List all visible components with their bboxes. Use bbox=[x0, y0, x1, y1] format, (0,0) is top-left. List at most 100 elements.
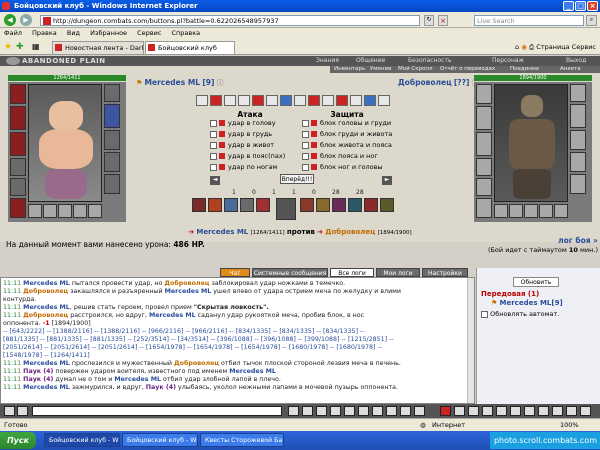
slot-scroll-1-icon[interactable] bbox=[28, 204, 42, 218]
forward-icon[interactable]: ▶ bbox=[20, 14, 32, 26]
favorites-star-icon[interactable]: ★ bbox=[4, 42, 12, 52]
print-icon[interactable]: ⎙ bbox=[529, 43, 534, 51]
nav-security[interactable]: Безопасность bbox=[408, 56, 452, 66]
defense-row[interactable]: блок ног и головы bbox=[302, 163, 383, 172]
action-1-icon[interactable] bbox=[196, 95, 208, 106]
chat-btn-19-icon[interactable] bbox=[524, 406, 535, 416]
defense-radio[interactable] bbox=[302, 141, 309, 149]
defense-radio[interactable] bbox=[302, 130, 309, 138]
action-12-icon[interactable] bbox=[350, 95, 362, 106]
effect-7-icon[interactable] bbox=[316, 198, 330, 212]
attack-row[interactable]: удар в грудь bbox=[210, 130, 272, 139]
tab-system[interactable]: Системные сообщения bbox=[252, 268, 328, 277]
nav-knowledge[interactable]: Знания bbox=[316, 56, 339, 66]
front-member-name[interactable]: Mercedes ML bbox=[500, 299, 552, 307]
log-target[interactable]: Паук (4) bbox=[146, 384, 176, 391]
chat-message-input[interactable] bbox=[32, 406, 282, 416]
right-arrow-icon[interactable]: ► bbox=[382, 176, 392, 185]
chat-btn-11-icon[interactable] bbox=[400, 406, 411, 416]
defense-row[interactable]: блок пояса и ног bbox=[302, 152, 378, 161]
action-7-icon[interactable] bbox=[280, 95, 292, 106]
task-item[interactable]: Бойцовский клуб - Wind... bbox=[44, 433, 120, 447]
log-actor[interactable]: Доброволец bbox=[23, 312, 68, 319]
action-11-icon[interactable] bbox=[336, 95, 348, 106]
log-target[interactable]: Mercedes ML bbox=[149, 312, 196, 319]
menu-favorites[interactable]: Избранное bbox=[90, 29, 127, 37]
effect-9-icon[interactable] bbox=[348, 198, 362, 212]
chat-btn-13-icon[interactable] bbox=[440, 406, 451, 416]
chat-btn-21-icon[interactable] bbox=[552, 406, 563, 416]
tab-chat[interactable]: Чат bbox=[220, 268, 250, 277]
log-actor[interactable]: Mercedes ML bbox=[23, 280, 70, 287]
chat-btn-18-icon[interactable] bbox=[510, 406, 521, 416]
vs-opponent-name[interactable]: Доброволец bbox=[325, 228, 375, 236]
url-field[interactable]: http://dungeon.combats.com/buttons.pl?ba… bbox=[40, 15, 420, 26]
subnav-scroll[interactable]: Мой Скролл bbox=[398, 66, 432, 73]
chat-btn-9-icon[interactable] bbox=[372, 406, 383, 416]
slot-scroll-2-icon[interactable] bbox=[43, 204, 57, 218]
chat-btn-23-icon[interactable] bbox=[580, 406, 591, 416]
maximize-button[interactable]: □ bbox=[575, 1, 586, 11]
start-button[interactable]: Пуск bbox=[0, 432, 36, 449]
subnav-transfers[interactable]: Отчёт о переводах bbox=[440, 66, 495, 73]
tab-settings[interactable]: Настройки bbox=[422, 268, 468, 277]
attack-checkbox[interactable] bbox=[210, 163, 217, 171]
defense-radio[interactable] bbox=[302, 152, 309, 160]
vs-player-name[interactable]: Mercedes ML bbox=[196, 228, 248, 236]
chat-btn-8-icon[interactable] bbox=[358, 406, 369, 416]
chat-btn-22-icon[interactable] bbox=[566, 406, 577, 416]
action-8-icon[interactable] bbox=[294, 95, 306, 106]
effect-8-icon[interactable] bbox=[332, 198, 346, 212]
chat-btn-3-icon[interactable] bbox=[288, 406, 299, 416]
tab-list-icon[interactable]: ▦ bbox=[32, 42, 40, 51]
search-input[interactable]: Live Search bbox=[474, 15, 584, 26]
chat-btn-16-icon[interactable] bbox=[482, 406, 493, 416]
action-10-icon[interactable] bbox=[322, 95, 334, 106]
subnav-profile[interactable]: Анкета bbox=[560, 66, 581, 73]
slot-scroll-4-icon[interactable] bbox=[73, 204, 87, 218]
slot-leggings-icon[interactable] bbox=[104, 174, 120, 194]
browser-tab-news[interactable]: Новостная лента - DarkClan bbox=[52, 41, 144, 54]
refresh-button[interactable]: Обновить bbox=[513, 277, 559, 287]
chat-btn-10-icon[interactable] bbox=[386, 406, 397, 416]
auto-refresh-checkbox[interactable] bbox=[481, 310, 488, 318]
chat-scrollbar[interactable] bbox=[467, 278, 474, 403]
task-item[interactable]: Квесты Сторожевой Ба... bbox=[200, 433, 284, 447]
defense-row[interactable]: блок головы и груди bbox=[302, 119, 391, 128]
attack-row[interactable]: удар в голову bbox=[210, 119, 276, 128]
action-2-icon[interactable] bbox=[210, 95, 222, 106]
action-6-icon[interactable] bbox=[266, 95, 278, 106]
chat-btn-1-icon[interactable] bbox=[4, 406, 15, 416]
add-favorite-icon[interactable]: ✚ bbox=[16, 42, 24, 52]
subnav-skills[interactable]: Умения bbox=[370, 66, 391, 73]
attack-row[interactable]: удар по ногам bbox=[210, 163, 277, 172]
effect-3-icon[interactable] bbox=[224, 198, 238, 212]
defense-radio[interactable] bbox=[302, 119, 309, 127]
nav-exit[interactable]: Выход bbox=[566, 56, 586, 66]
action-9-icon[interactable] bbox=[308, 95, 320, 106]
attack-row[interactable]: удар в пояс(пах) bbox=[210, 152, 285, 161]
slot-armor-icon[interactable] bbox=[10, 106, 26, 130]
effect-2-icon[interactable] bbox=[208, 198, 222, 212]
tools-menu[interactable]: Сервис bbox=[572, 43, 596, 51]
effect-5-icon[interactable] bbox=[256, 198, 270, 212]
effect-center-icon[interactable] bbox=[276, 198, 296, 220]
action-13-icon[interactable] bbox=[364, 95, 376, 106]
opponent-name[interactable]: Доброволец bbox=[398, 78, 452, 87]
nav-character[interactable]: Персонаж bbox=[492, 56, 524, 66]
menu-file[interactable]: Файл bbox=[4, 29, 22, 37]
log-actor[interactable]: Паук (4) bbox=[23, 368, 53, 375]
chat-btn-2-icon[interactable] bbox=[17, 406, 28, 416]
attack-row[interactable]: удар в живот bbox=[210, 141, 274, 150]
attack-checkbox[interactable] bbox=[210, 152, 217, 160]
stop-icon[interactable]: × bbox=[438, 15, 448, 26]
refresh-icon[interactable]: ↻ bbox=[424, 15, 434, 26]
chat-btn-17-icon[interactable] bbox=[496, 406, 507, 416]
back-icon[interactable]: ◀ bbox=[4, 14, 16, 26]
subnav-fights[interactable]: Поединки bbox=[510, 66, 539, 73]
chat-btn-7-icon[interactable] bbox=[344, 406, 355, 416]
feeds-icon[interactable]: ◉ bbox=[521, 43, 527, 51]
attack-checkbox[interactable] bbox=[210, 141, 217, 149]
chat-btn-20-icon[interactable] bbox=[538, 406, 549, 416]
left-arrow-icon[interactable]: ◄ bbox=[210, 176, 220, 185]
